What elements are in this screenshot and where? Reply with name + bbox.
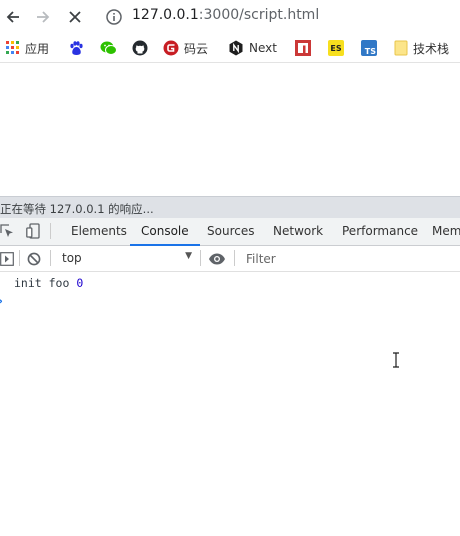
folder-icon [394,40,408,56]
info-icon[interactable] [105,8,123,26]
live-expression-button[interactable] [208,251,226,270]
console-toolbar: top ▼ [0,246,460,272]
bookmark-label: Next [249,41,277,55]
npm-icon [295,40,311,56]
tab-console[interactable]: Console [130,218,200,246]
bookmark-wechat[interactable] [100,39,117,57]
back-arrow-icon [6,11,19,23]
devtools-panel: Elements Console Sources Network Perform… [0,218,460,536]
page-content [0,63,460,196]
es-icon: ES [328,40,344,56]
bookmark-next[interactable]: Next [228,39,277,57]
filter-input[interactable] [246,250,446,267]
apps-grid-icon [6,41,19,54]
eye-icon [209,253,225,265]
clear-console-button[interactable] [27,251,41,270]
device-mobile-icon [26,223,40,239]
toolbar-divider [234,250,235,266]
context-value: top [62,251,82,265]
tab-sources[interactable]: Sources [207,218,254,245]
context-selector[interactable]: top ▼ [58,249,194,267]
log-text: init foo [14,276,77,290]
baidu-paw-icon [70,41,83,55]
text-cursor-icon [393,352,399,368]
tab-memory[interactable]: Memo [432,218,460,245]
bookmark-label: 技术栈 [413,41,450,56]
navigation-bar: 127.0.0.1:3000/script.html [0,0,460,34]
toolbar-divider [50,223,51,239]
console-prompt-icon[interactable]: › [0,294,3,308]
ts-icon: TS [361,40,377,56]
back-button[interactable] [0,4,26,30]
stop-button[interactable] [62,4,88,30]
gitee-icon [163,40,179,56]
browser-window: 127.0.0.1:3000/script.html 应用 码云 Next ES… [0,0,460,536]
bookmark-es[interactable]: ES [328,39,344,57]
wechat-icon [100,41,117,55]
console-output[interactable]: init foo 0 › [0,272,460,536]
console-log-message: init foo 0 [14,276,83,290]
tab-elements[interactable]: Elements [71,218,127,245]
bookmark-gitee[interactable]: 码云 [163,39,208,57]
inspect-element-button[interactable] [0,224,15,243]
bookmark-baidu[interactable] [68,39,84,57]
inspect-icon [0,224,13,237]
tab-performance[interactable]: Performance [342,218,418,245]
status-bar: 正在等待 127.0.0.1 的响应... [0,196,460,219]
bookmark-label: 应用 [25,41,50,56]
bookmark-folder[interactable]: 技术栈 [394,39,449,57]
bookmark-npm[interactable] [295,39,311,57]
device-toolbar-button[interactable] [26,223,40,243]
clear-block-icon [27,252,41,266]
sidebar-toggle-icon [0,252,14,266]
bookmark-label: 码云 [184,41,209,56]
log-number: 0 [76,276,84,290]
github-icon [132,40,148,56]
bookmark-ts[interactable]: TS [361,39,377,57]
url-host: 127.0.0.1 [132,7,199,23]
url-path: :3000/script.html [198,7,320,23]
tab-network[interactable]: Network [273,218,323,245]
close-icon [69,11,81,23]
url-field[interactable]: 127.0.0.1:3000/script.html [132,7,319,23]
toolbar-divider [50,250,51,266]
bookmark-github[interactable] [132,39,148,57]
toolbar-divider [200,250,201,266]
forward-button[interactable] [30,4,56,30]
forward-arrow-icon [37,11,50,23]
show-sidebar-button[interactable] [0,251,14,270]
toolbar-divider [19,250,20,266]
nextjs-icon [229,40,243,56]
dropdown-arrow-icon: ▼ [185,251,192,261]
bookmark-apps[interactable]: 应用 [6,39,49,57]
status-text: 正在等待 127.0.0.1 的响应... [0,202,154,216]
devtools-tab-strip: Elements Console Sources Network Perform… [0,218,460,246]
bookmarks-bar: 应用 码云 Next ES TS 技术栈 [0,34,460,63]
